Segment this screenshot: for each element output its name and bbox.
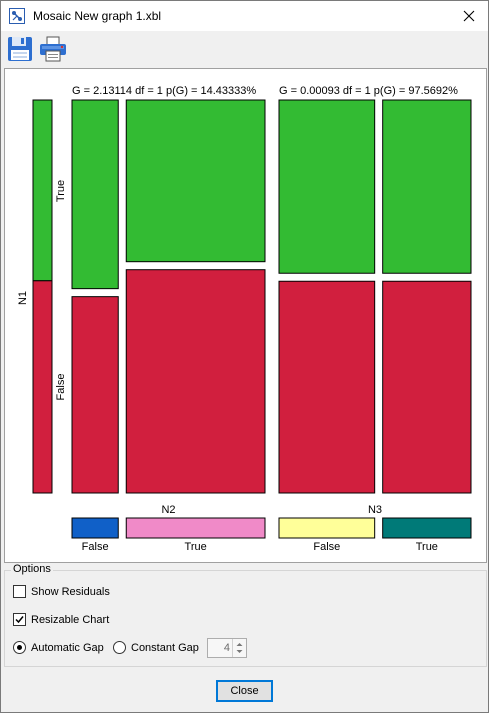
show-residuals-label: Show Residuals xyxy=(31,585,110,598)
automatic-gap-row[interactable]: Automatic Gap xyxy=(13,641,104,654)
window-title: Mosaic New graph 1.xbl xyxy=(33,9,162,23)
gap-spinner[interactable]: 4 xyxy=(207,638,247,658)
save-button[interactable] xyxy=(7,36,33,62)
spinner-buttons[interactable] xyxy=(232,639,246,657)
stat-label-n2: G = 2.13114 df = 1 p(G) = 14.43333% xyxy=(72,85,256,97)
stat-label-n3: G = 0.00093 df = 1 p(G) = 97.5692% xyxy=(279,85,458,97)
options-legend: Options xyxy=(11,563,53,575)
window-close-icon[interactable] xyxy=(450,1,488,31)
n1-axis-label: N1 xyxy=(17,291,29,305)
legend-label-n2-true: True xyxy=(185,541,207,553)
spinner-arrows-icon xyxy=(236,643,243,653)
legend-n2-true xyxy=(125,517,266,539)
mosaic-cell-n3-true-false xyxy=(382,280,472,494)
mosaic-chart: N1 True False False True N2 G = 2.13114 df = 1… xyxy=(17,85,472,553)
legend-n3-false xyxy=(278,517,376,539)
legend-n3-true xyxy=(382,517,472,539)
n1-true-marginal-bar xyxy=(32,99,53,282)
mosaic-chart-panel: N1 True False False True N2 G = 2.13114 df = 1… xyxy=(4,68,487,563)
n1-false-label: False xyxy=(55,374,67,401)
options-group: Options Show Residuals Resizable Chart A… xyxy=(4,563,487,667)
legend-label-n3-true: True xyxy=(416,541,438,553)
print-button[interactable] xyxy=(39,36,66,62)
n1-false-marginal-bar xyxy=(32,280,53,494)
close-button[interactable]: Close xyxy=(216,680,273,702)
legend-label-n2-false: False xyxy=(82,541,109,553)
constant-gap-radio[interactable] xyxy=(113,641,126,654)
mosaic-cell-n3-true-true xyxy=(382,99,472,274)
mosaic-cell-n2-false-true xyxy=(71,99,119,290)
column-variable-label-n3: N3 xyxy=(368,504,382,516)
legend-label-n3-false: False xyxy=(313,541,340,553)
show-residuals-checkbox[interactable] xyxy=(13,585,26,598)
show-residuals-row[interactable]: Show Residuals xyxy=(13,585,110,598)
column-variable-label-n2: N2 xyxy=(161,504,175,516)
mosaic-cell-n3-false-true xyxy=(278,99,376,274)
checkmark-icon xyxy=(15,616,24,624)
toolbar xyxy=(1,31,488,65)
constant-gap-label: Constant Gap xyxy=(131,641,199,654)
app-icon xyxy=(9,8,25,24)
gap-spinner-value: 4 xyxy=(223,642,230,654)
mosaic-dialog: Mosaic New graph 1.xbl N1 True False Fal… xyxy=(0,0,489,713)
resizable-chart-row[interactable]: Resizable Chart xyxy=(13,613,109,626)
floppy-disk-icon xyxy=(8,37,32,61)
automatic-gap-label: Automatic Gap xyxy=(31,641,104,654)
resizable-chart-checkbox[interactable] xyxy=(13,613,26,626)
resizable-chart-label: Resizable Chart xyxy=(31,613,110,626)
automatic-gap-radio[interactable] xyxy=(13,641,26,654)
mosaic-cell-n3-false-false xyxy=(278,280,376,494)
title-bar: Mosaic New graph 1.xbl xyxy=(1,1,488,31)
constant-gap-row[interactable]: Constant Gap xyxy=(113,641,199,654)
mosaic-cell-n2-true-true xyxy=(125,99,266,263)
legend-n2-false xyxy=(71,517,119,539)
printer-icon xyxy=(40,36,66,62)
n1-true-label: True xyxy=(55,180,67,202)
mosaic-cell-n2-true-false xyxy=(125,269,266,494)
mosaic-cell-n2-false-false xyxy=(71,296,119,494)
